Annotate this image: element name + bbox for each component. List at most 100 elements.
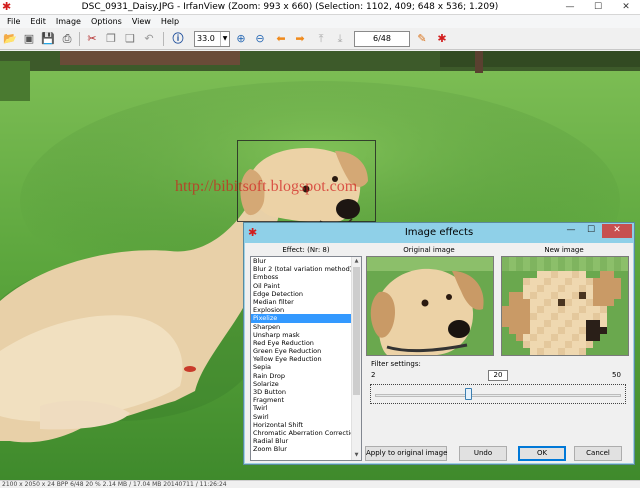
chevron-down-icon[interactable]: ▼ [220,32,229,46]
pixel-block [586,299,593,306]
dialog-minimize-button[interactable]: — [562,224,580,238]
pixel-block [558,334,565,341]
effect-item[interactable]: Solarize [251,380,352,388]
menu-options[interactable]: Options [86,15,127,28]
print-icon[interactable]: ⎙ [59,31,75,47]
info-icon[interactable]: ⓘ [170,31,186,47]
pixel-block [551,292,558,299]
slider-thumb[interactable] [465,388,472,400]
cut-icon[interactable]: ✂ [84,31,100,47]
next-arrow-icon[interactable]: ➡ [292,31,308,47]
effect-item[interactable]: Fragment [251,396,352,404]
effect-item[interactable]: Red Eye Reduction [251,339,352,347]
minimize-button[interactable]: — [556,0,584,15]
pixel-block [523,334,530,341]
pixel-block [600,320,607,327]
pixel-block [558,306,565,313]
pixel-block [607,341,614,348]
effect-item[interactable]: Blur [251,257,352,265]
effect-item[interactable]: Emboss [251,273,352,281]
scroll-up-icon[interactable]: ▲ [352,257,361,266]
zoom-out-icon[interactable]: ⊖ [252,31,268,47]
effect-item[interactable]: Explosion [251,306,352,314]
effect-item[interactable]: Swirl [251,413,352,421]
pixel-block [621,271,628,278]
effect-item[interactable]: 3D Button [251,388,352,396]
filter-min-value: 2 [371,371,376,379]
previous-arrow-icon[interactable]: ⬅ [273,31,289,47]
pixel-block [523,341,530,348]
zoom-select[interactable]: 33.0 ▼ [194,31,230,47]
effect-item[interactable]: Zoom Blur [251,445,352,453]
page-indicator[interactable]: 6/48 [354,31,410,47]
pixel-block [565,313,572,320]
effect-list-scrollbar[interactable]: ▲ ▼ [351,257,361,460]
save-icon[interactable]: 💾 [40,31,56,47]
pixel-block [530,334,537,341]
paste-icon[interactable]: ❑ [122,31,138,47]
effect-item[interactable]: Sharpen [251,323,352,331]
menu-help[interactable]: Help [156,15,184,28]
effect-item[interactable]: Oil Paint [251,282,352,290]
open-folder-icon[interactable]: 📂 [2,31,18,47]
undo-button[interactable]: Undo [459,446,507,461]
effect-item[interactable]: Chromatic Aberration Correction [251,429,352,437]
pixel-block [502,292,509,299]
zoom-in-icon[interactable]: ⊕ [233,31,249,47]
pixel-block [614,327,621,334]
effect-item[interactable]: Median filter [251,298,352,306]
effect-list[interactable]: Blur Blur 2 (total variation method) Embos… [250,256,362,461]
pixel-block [516,348,523,355]
first-icon[interactable]: ⤒ [313,31,329,47]
effect-item[interactable]: Twirl [251,404,352,412]
effect-item[interactable]: Rain Drop [251,372,352,380]
pixel-block [551,299,558,306]
ok-button[interactable]: OK [518,446,566,461]
maximize-button[interactable]: ☐ [584,0,612,15]
apply-to-original-button[interactable]: Apply to original image [365,446,447,461]
effect-item[interactable]: Pixelize [251,314,352,323]
effect-item[interactable]: Yellow Eye Reduction [251,355,352,363]
paint-icon[interactable]: ✎ [414,31,430,47]
undo-icon[interactable]: ↶ [141,31,157,47]
pixel-block [551,257,558,264]
effect-item[interactable]: Edge Detection [251,290,352,298]
effect-item[interactable]: Sepia [251,363,352,371]
pixel-block [530,257,537,264]
effect-item[interactable]: Horizontal Shift [251,421,352,429]
close-button[interactable]: ✕ [612,0,640,15]
pixel-block [558,278,565,285]
filter-slider[interactable] [370,384,626,404]
dialog-maximize-button[interactable]: ☐ [582,224,600,238]
pixel-block [544,292,551,299]
pixel-block [586,271,593,278]
effect-item[interactable]: Unsharp mask [251,331,352,339]
menu-edit[interactable]: Edit [25,15,51,28]
pixel-block [502,327,509,334]
irfanview-app-icon[interactable]: ✱ [2,1,14,13]
menu-image[interactable]: Image [51,15,86,28]
menu-file[interactable]: File [2,15,25,28]
effect-item[interactable]: Radial Blur [251,437,352,445]
filter-value-input[interactable]: 20 [488,370,508,381]
scroll-thumb[interactable] [353,267,360,395]
effect-item[interactable]: Blur 2 (total variation method) [251,265,352,273]
pixel-block [621,306,628,313]
pixel-block [565,271,572,278]
dialog-close-button[interactable]: ✕ [602,224,632,238]
slideshow-icon[interactable]: ▣ [21,31,37,47]
pixel-block [502,285,509,292]
irfanview-logo-icon[interactable]: ✱ [434,31,450,47]
pixel-block [544,306,551,313]
effect-item[interactable]: Green Eye Reduction [251,347,352,355]
pixel-block [586,341,593,348]
pixel-block [516,306,523,313]
pixel-block [593,271,600,278]
dialog-title-bar[interactable]: ✱ Image effects — ☐ ✕ [244,223,634,243]
copy-icon[interactable]: ❐ [103,31,119,47]
cancel-button[interactable]: Cancel [574,446,622,461]
menu-view[interactable]: View [127,15,156,28]
scroll-down-icon[interactable]: ▼ [352,451,361,460]
pixel-block [572,320,579,327]
last-icon[interactable]: ⤓ [332,31,348,47]
